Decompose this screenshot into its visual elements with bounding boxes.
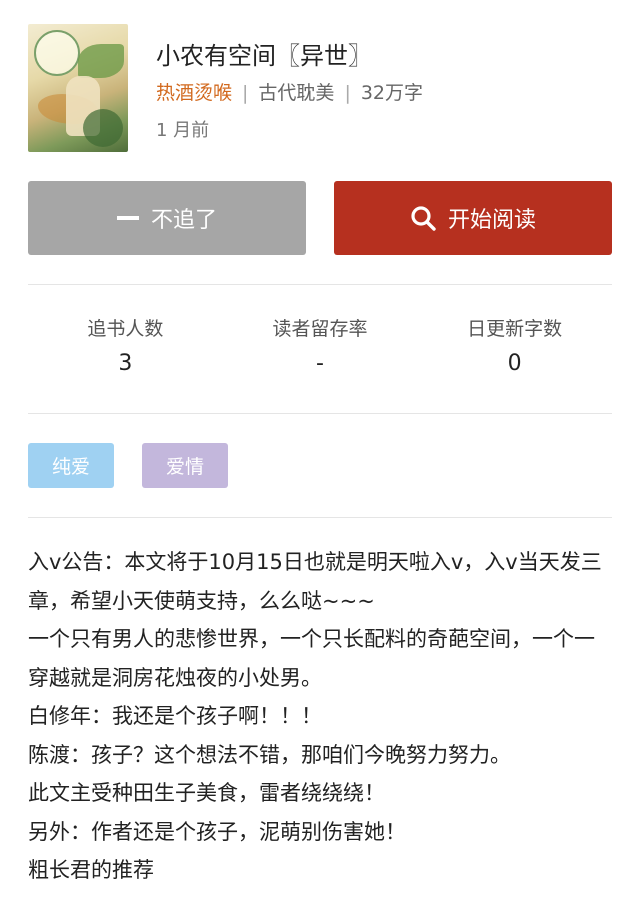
description-line: 另外：作者还是个孩子，泥萌别伤害她！	[28, 819, 406, 844]
unfollow-button[interactable]: 不追了	[28, 181, 306, 255]
update-time: 1 月前	[156, 120, 210, 141]
description-line: 此文主受种田生子美食，雷者绕绕绕！	[28, 781, 385, 805]
stat-label: 追书人数	[87, 318, 164, 340]
stat-followers: 追书人数 3	[28, 314, 223, 384]
minus-icon	[116, 207, 139, 229]
start-reading-button[interactable]: 开始阅读	[334, 181, 612, 255]
meta-separator: |	[242, 82, 249, 104]
unfollow-button-label: 不追了	[150, 208, 217, 233]
description-line: 入v公告：本文将于10月15日也就是明天啦入v，入v当天发三章，希望小天使萌支持…	[28, 550, 602, 613]
tag-list: 纯爱 爱情	[28, 443, 228, 488]
book-word-count: 32万字	[360, 82, 424, 104]
tag-chip[interactable]: 爱情	[142, 443, 228, 488]
book-title: 小农有空间〖异世〗	[156, 42, 372, 70]
book-description: 入v公告：本文将于10月15日也就是明天啦入v，入v当天发三章，希望小天使萌支持…	[28, 543, 612, 890]
book-header: 小农有空间〖异世〗 热酒烫喉 | 古代耽美 | 32万字 1 月前	[28, 24, 612, 154]
description-line: 陈渡：孩子？这个想法不错，那咱们今晚努力努力。	[28, 742, 511, 767]
author-link[interactable]: 热酒烫喉	[156, 82, 232, 104]
stat-value: 0	[507, 351, 522, 376]
meta-separator: |	[344, 82, 351, 104]
tag-chip[interactable]: 纯爱	[28, 443, 114, 488]
stat-daily-words: 日更新字数 0	[417, 314, 612, 384]
description-line: 粗长君的推荐	[28, 858, 154, 882]
cover-seal-decoration	[34, 30, 80, 76]
divider	[28, 284, 612, 285]
book-cover[interactable]	[28, 24, 128, 152]
search-icon	[410, 205, 436, 231]
cover-leaf-decoration	[78, 44, 124, 78]
book-category: 古代耽美	[258, 82, 335, 104]
divider	[28, 413, 612, 414]
stat-value: -	[316, 351, 324, 376]
stat-retention: 读者留存率 -	[223, 314, 418, 384]
divider	[28, 517, 612, 518]
start-reading-button-label: 开始阅读	[447, 208, 536, 233]
stats-row: 追书人数 3 读者留存率 - 日更新字数 0	[28, 314, 612, 384]
stat-label: 读者留存率	[272, 318, 368, 340]
stat-value: 3	[118, 351, 133, 376]
description-line: 白修年：我还是个孩子啊！！！	[28, 704, 322, 728]
description-line: 一个只有男人的悲惨世界，一个只长配料的奇葩空间，一个一穿越就是洞房花烛夜的小处男…	[28, 627, 595, 690]
stat-label: 日更新字数	[467, 318, 563, 340]
cover-leaf-decoration	[83, 109, 123, 147]
book-meta: 热酒烫喉 | 古代耽美 | 32万字	[156, 78, 423, 105]
